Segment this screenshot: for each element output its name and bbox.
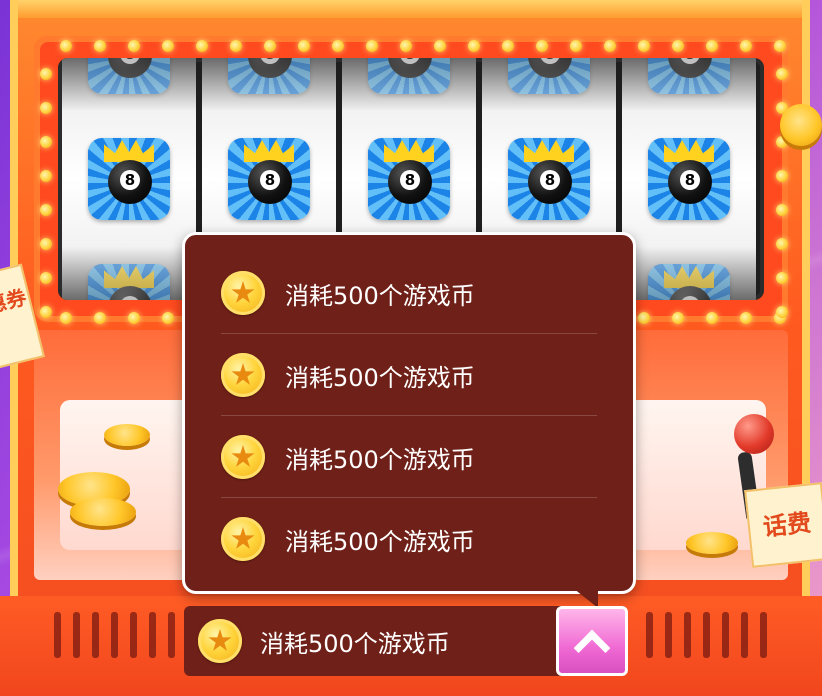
dropdown-option[interactable]: 消耗500个游戏币 xyxy=(221,417,597,497)
joystick-knob xyxy=(734,414,774,454)
dropdown-option-label: 消耗500个游戏币 xyxy=(285,281,475,310)
coin-cost-dropdown: 消耗500个游戏币 消耗500个游戏币 消耗500个游戏币 消耗500个游戏币 xyxy=(182,232,636,594)
eight-ball-crown-icon xyxy=(508,58,590,94)
coin-pile-icon xyxy=(70,498,136,526)
flying-coin-icon xyxy=(780,104,822,146)
selected-value: 消耗500个游戏币 xyxy=(260,629,450,658)
dropdown-option[interactable]: 消耗500个游戏币 xyxy=(221,253,597,333)
divider xyxy=(221,333,597,334)
dropdown-option[interactable]: 消耗500个游戏币 xyxy=(221,499,597,579)
coin-pile-icon xyxy=(104,424,150,446)
divider xyxy=(221,415,597,416)
coin-pile-icon xyxy=(686,532,738,554)
dropdown-toggle-button[interactable] xyxy=(556,606,628,676)
coin-icon xyxy=(198,619,242,663)
cabinet-top-trim xyxy=(18,0,802,18)
dropdown-option-label: 消耗500个游戏币 xyxy=(285,527,475,556)
dropdown-option-label: 消耗500个游戏币 xyxy=(285,363,475,392)
eight-ball-crown-icon xyxy=(88,138,170,220)
phone-credit-card-label: 话费 xyxy=(761,508,813,542)
reel-1 xyxy=(62,58,196,300)
coin-icon xyxy=(221,271,265,315)
coin-icon xyxy=(221,517,265,561)
eight-ball-crown-icon xyxy=(648,58,730,94)
eight-ball-crown-icon xyxy=(648,138,730,220)
dropdown-option-label: 消耗500个游戏币 xyxy=(285,445,475,474)
eight-ball-crown-icon xyxy=(228,58,310,94)
coin-icon xyxy=(221,435,265,479)
eight-ball-crown-icon xyxy=(88,58,170,94)
eight-ball-crown-icon xyxy=(648,264,730,300)
phone-credit-card: 话费 xyxy=(744,482,822,568)
dropdown-option[interactable]: 消耗500个游戏币 xyxy=(221,335,597,415)
eight-ball-crown-icon xyxy=(368,138,450,220)
divider xyxy=(221,497,597,498)
right-vent-grille xyxy=(646,612,767,658)
eight-ball-crown-icon xyxy=(88,264,170,300)
coupon-card-label: 惠券 xyxy=(0,284,29,318)
eight-ball-crown-icon xyxy=(228,138,310,220)
chevron-up-icon xyxy=(573,629,611,667)
reel-5 xyxy=(622,58,756,300)
left-vent-grille xyxy=(54,612,175,658)
eight-ball-crown-icon xyxy=(508,138,590,220)
coin-icon xyxy=(221,353,265,397)
eight-ball-crown-icon xyxy=(368,58,450,94)
